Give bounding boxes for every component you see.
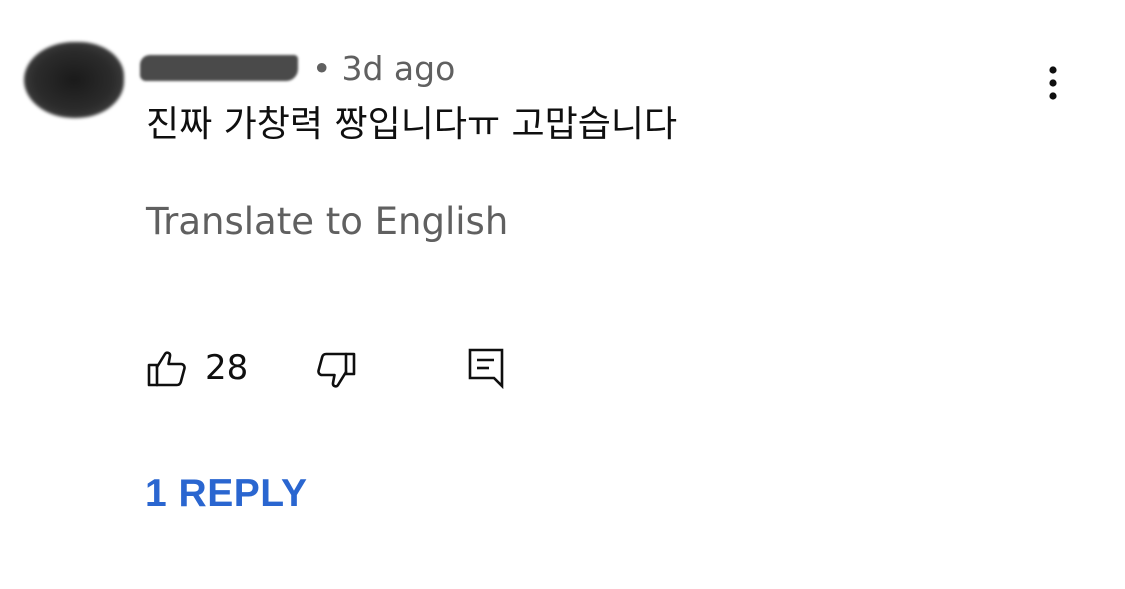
comment-reply-icon (468, 348, 504, 390)
translate-link[interactable]: Translate to English (146, 198, 508, 246)
more-options-button[interactable] (1036, 62, 1070, 106)
view-replies-link[interactable]: 1 REPLY (145, 471, 307, 517)
dislike-button[interactable] (315, 350, 357, 392)
comment-meta: • 3d ago (312, 49, 455, 89)
thumbs-down-icon (317, 352, 356, 388)
reply-button[interactable] (467, 347, 505, 390)
meta-separator: • (312, 49, 332, 88)
like-button[interactable] (146, 348, 188, 390)
avatar[interactable] (24, 42, 124, 118)
author-name-redacted[interactable] (140, 55, 298, 81)
more-vertical-icon (1049, 66, 1057, 100)
comment-text: 진짜 가창력 짱입니다ㅠ 고맙습니다 (146, 104, 678, 145)
like-count: 28 (205, 348, 249, 388)
timestamp[interactable]: 3d ago (341, 49, 455, 88)
thumbs-up-icon (147, 351, 186, 387)
